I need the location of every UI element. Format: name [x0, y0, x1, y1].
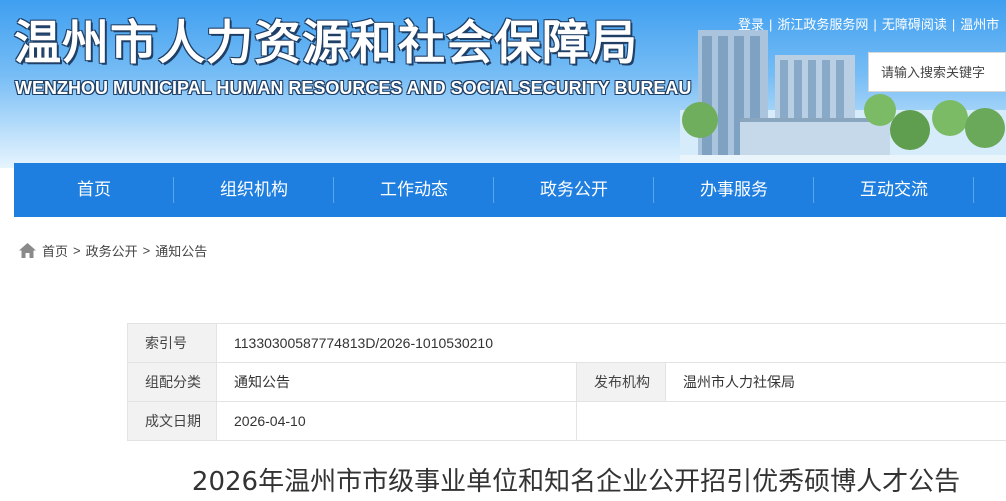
category-label: 组配分类	[127, 362, 217, 402]
main-nav: 首页 组织机构 工作动态 政务公开 办事服务 互动交流	[14, 163, 1006, 217]
breadcrumb-home[interactable]: 首页	[42, 241, 68, 260]
index-label: 索引号	[127, 323, 217, 363]
meta-row-category: 组配分类 通知公告 发布机构 温州市人力社保局	[127, 362, 1006, 402]
login-link[interactable]: 登录	[738, 17, 764, 32]
nav-government-affairs[interactable]: 政务公开	[494, 163, 654, 217]
wenzhou-link[interactable]: 温州市	[960, 17, 999, 32]
search-box	[868, 52, 1006, 92]
home-icon[interactable]	[19, 242, 36, 258]
breadcrumb: 首页 > 政务公开 > 通知公告	[19, 240, 207, 260]
accessibility-link[interactable]: 无障碍阅读	[882, 17, 947, 32]
date-value: 2026-04-10	[216, 401, 577, 441]
search-input[interactable]	[869, 53, 999, 91]
site-title: 温州市人力资源和社会保障局	[14, 16, 638, 71]
meta-row-index: 索引号 11330300587774813D/2026-1010530210	[127, 323, 1006, 363]
nav-work-news[interactable]: 工作动态	[334, 163, 494, 217]
link-separator: |	[769, 17, 773, 32]
meta-row-date: 成文日期 2026-04-10	[127, 401, 1006, 441]
document-meta-table: 索引号 11330300587774813D/2026-1010530210 组…	[127, 323, 1006, 441]
site-title-english: WENZHOU MUNICIPAL HUMAN RESOURCES AND SO…	[15, 78, 692, 98]
breadcrumb-separator: >	[142, 242, 151, 258]
publisher-value: 温州市人力社保局	[665, 362, 1006, 402]
article-title: 2026年温州市市级事业单位和知名企业公开招引优秀硕博人才公告	[191, 467, 961, 497]
publisher-label: 发布机构	[576, 362, 666, 402]
empty-cell	[576, 401, 1006, 441]
nav-interaction[interactable]: 互动交流	[814, 163, 974, 217]
breadcrumb-notices[interactable]: 通知公告	[155, 241, 207, 260]
link-separator: |	[873, 17, 877, 32]
nav-services[interactable]: 办事服务	[654, 163, 814, 217]
breadcrumb-separator: >	[73, 242, 81, 258]
link-separator: |	[951, 17, 956, 32]
nav-organization[interactable]: 组织机构	[174, 163, 334, 217]
breadcrumb-government-affairs[interactable]: 政务公开	[86, 241, 138, 260]
category-value: 通知公告	[216, 362, 577, 402]
date-label: 成文日期	[127, 401, 217, 441]
index-value: 11330300587774813D/2026-1010530210	[216, 323, 1006, 363]
nav-home[interactable]: 首页	[14, 163, 174, 217]
top-links: 登录 | 浙江政务服务网 | 无障碍阅读 | 温州市	[738, 14, 999, 32]
zhejiang-service-link[interactable]: 浙江政务服务网	[777, 17, 868, 32]
site-header: 温州市人力资源和社会保障局 WENZHOU MUNICIPAL HUMAN RE…	[0, 0, 1006, 168]
